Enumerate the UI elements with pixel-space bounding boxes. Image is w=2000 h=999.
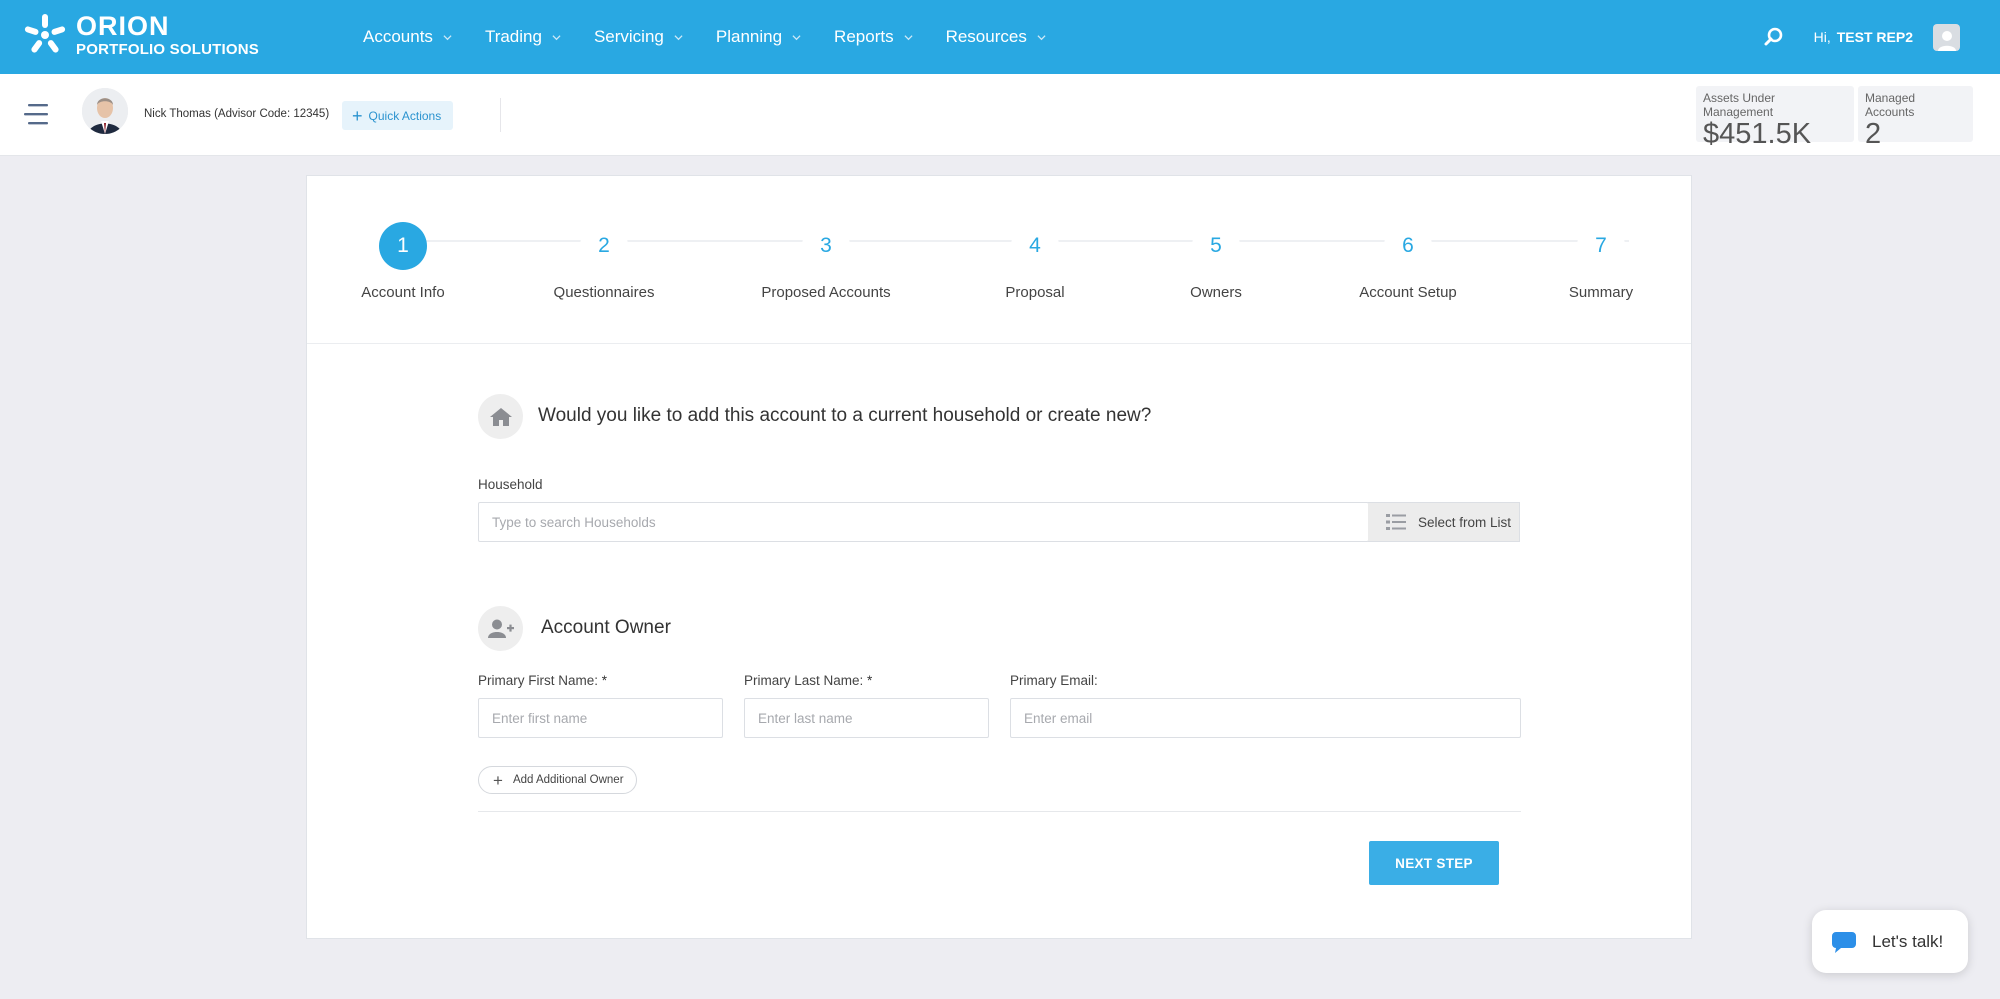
managed-accounts-value: 2 [1865, 118, 1882, 150]
household-question: Would you like to add this account to a … [538, 405, 1152, 426]
search-icon[interactable] [1762, 25, 1786, 49]
user-greeting[interactable]: Hi, TEST REP2 [1814, 29, 1913, 45]
nav-resources[interactable]: Resources [946, 27, 1046, 47]
first-name-label: Primary First Name: * [478, 673, 607, 688]
main-nav: Accounts Trading Servicing Planning Repo… [363, 0, 1079, 74]
logo-subtitle: PORTFOLIO SOLUTIONS [76, 41, 259, 58]
step-label: Summary [1568, 284, 1634, 301]
step-label: Account Info [361, 284, 445, 301]
user-avatar-icon[interactable] [1933, 23, 1960, 51]
orion-logo-icon [24, 14, 66, 53]
household-label: Household [478, 477, 543, 492]
household-search-input[interactable] [478, 502, 1369, 542]
aum-label: Assets Under Management [1703, 91, 1776, 119]
divider [478, 811, 1521, 812]
nav-label: Resources [945, 27, 1027, 46]
step-number: 3 [802, 222, 850, 270]
last-name-field[interactable] [744, 698, 989, 738]
home-icon [478, 394, 523, 439]
nav-label: Planning [715, 27, 783, 46]
account-owner-title: Account Owner [541, 617, 671, 638]
logo-name: ORION [76, 11, 170, 41]
nav-reports[interactable]: Reports [834, 27, 913, 47]
user-name: TEST REP2 [1836, 29, 1913, 45]
step-number: 7 [1577, 222, 1625, 270]
step-number: 6 [1384, 222, 1432, 270]
chat-bubble-icon [1832, 931, 1856, 953]
advisor-name: Nick Thomas (Advisor Code: 12345) [144, 108, 330, 120]
managed-accounts-label: Managed Accounts [1865, 91, 1916, 119]
top-nav-bar: ORION PORTFOLIO SOLUTIONS Accounts Tradi… [0, 0, 2000, 74]
chevron-down-icon [674, 34, 683, 40]
menu-icon[interactable] [22, 102, 50, 126]
first-name-label-text: Primary First Name: [478, 673, 599, 688]
nav-planning[interactable]: Planning [716, 27, 801, 47]
add-additional-owner-button[interactable]: + Add Additional Owner [478, 766, 637, 794]
step-account-info[interactable]: 1 Account Info [323, 222, 483, 301]
step-number: 4 [1011, 222, 1059, 270]
nav-label: Reports [834, 27, 894, 46]
list-icon [1386, 514, 1406, 530]
orion-logo[interactable]: ORION PORTFOLIO SOLUTIONS [22, 12, 259, 58]
step-label: Questionnaires [553, 284, 655, 301]
managed-accounts-stat: Managed Accounts 2 [1858, 86, 1973, 149]
last-name-label: Primary Last Name: * [744, 673, 872, 688]
step-summary[interactable]: 7 Summary [1521, 222, 1681, 301]
chevron-down-icon [904, 34, 913, 40]
chevron-down-icon [1037, 34, 1046, 40]
step-questionnaires[interactable]: 2 Questionnaires [524, 222, 684, 301]
email-field[interactable] [1010, 698, 1521, 738]
greeting-prefix: Hi, [1813, 29, 1831, 45]
advisor-photo-icon [82, 88, 128, 134]
step-number: 2 [580, 222, 628, 270]
person-plus-glyph [487, 619, 514, 638]
step-proposed-accounts[interactable]: 3 Proposed Accounts [746, 222, 906, 301]
wizard-stepper: 1 Account Info 2 Questionnaires 3 Propos… [307, 176, 1691, 344]
first-name-field[interactable] [478, 698, 723, 738]
step-label: Proposal [1005, 284, 1065, 301]
nav-label: Servicing [593, 27, 664, 46]
person-icon [1937, 30, 1956, 51]
chevron-down-icon [443, 34, 452, 40]
nav-label: Accounts [363, 27, 433, 46]
step-number: 5 [1192, 222, 1240, 270]
required-marker: * [601, 673, 608, 688]
aum-value: $451.5K [1703, 118, 1812, 150]
next-step-button[interactable]: NEXT STEP [1369, 841, 1499, 885]
step-label: Proposed Accounts [761, 284, 891, 301]
new-account-wizard: 1 Account Info 2 Questionnaires 3 Propos… [306, 175, 1692, 939]
aum-stat: Assets Under Management $451.5K [1696, 86, 1854, 149]
add-owner-label: Add Additional Owner [512, 774, 624, 786]
nav-accounts[interactable]: Accounts [363, 27, 452, 47]
advisor-avatar[interactable] [82, 88, 128, 134]
required-marker: * [867, 673, 873, 688]
add-user-icon [478, 606, 523, 651]
chat-widget-button[interactable]: Let's talk! [1812, 910, 1968, 973]
last-name-label-text: Primary Last Name: [744, 673, 864, 688]
chevron-down-icon [552, 34, 561, 40]
quick-actions-label: Quick Actions [368, 108, 442, 123]
select-from-list-label: Select from List [1418, 514, 1512, 530]
plus-icon: + [493, 770, 503, 790]
step-label: Account Setup [1359, 284, 1457, 301]
divider [500, 98, 501, 132]
step-number: 1 [379, 222, 427, 270]
nav-trading[interactable]: Trading [485, 27, 561, 47]
chevron-down-icon [792, 34, 801, 40]
step-label: Owners [1190, 284, 1242, 301]
nav-servicing[interactable]: Servicing [594, 27, 683, 47]
house-glyph [489, 407, 512, 426]
step-owners[interactable]: 5 Owners [1136, 222, 1296, 301]
chat-label: Let's talk! [1872, 931, 1944, 951]
email-label: Primary Email: [1010, 673, 1098, 688]
step-proposal[interactable]: 4 Proposal [955, 222, 1115, 301]
nav-label: Trading [484, 27, 542, 46]
step-account-setup[interactable]: 6 Account Setup [1328, 222, 1488, 301]
quick-actions-button[interactable]: + Quick Actions [342, 101, 454, 130]
select-from-list-button[interactable]: Select from List [1368, 502, 1520, 542]
advisor-bar: Nick Thomas (Advisor Code: 12345) + Quic… [0, 74, 2000, 156]
plus-icon: + [352, 105, 363, 126]
